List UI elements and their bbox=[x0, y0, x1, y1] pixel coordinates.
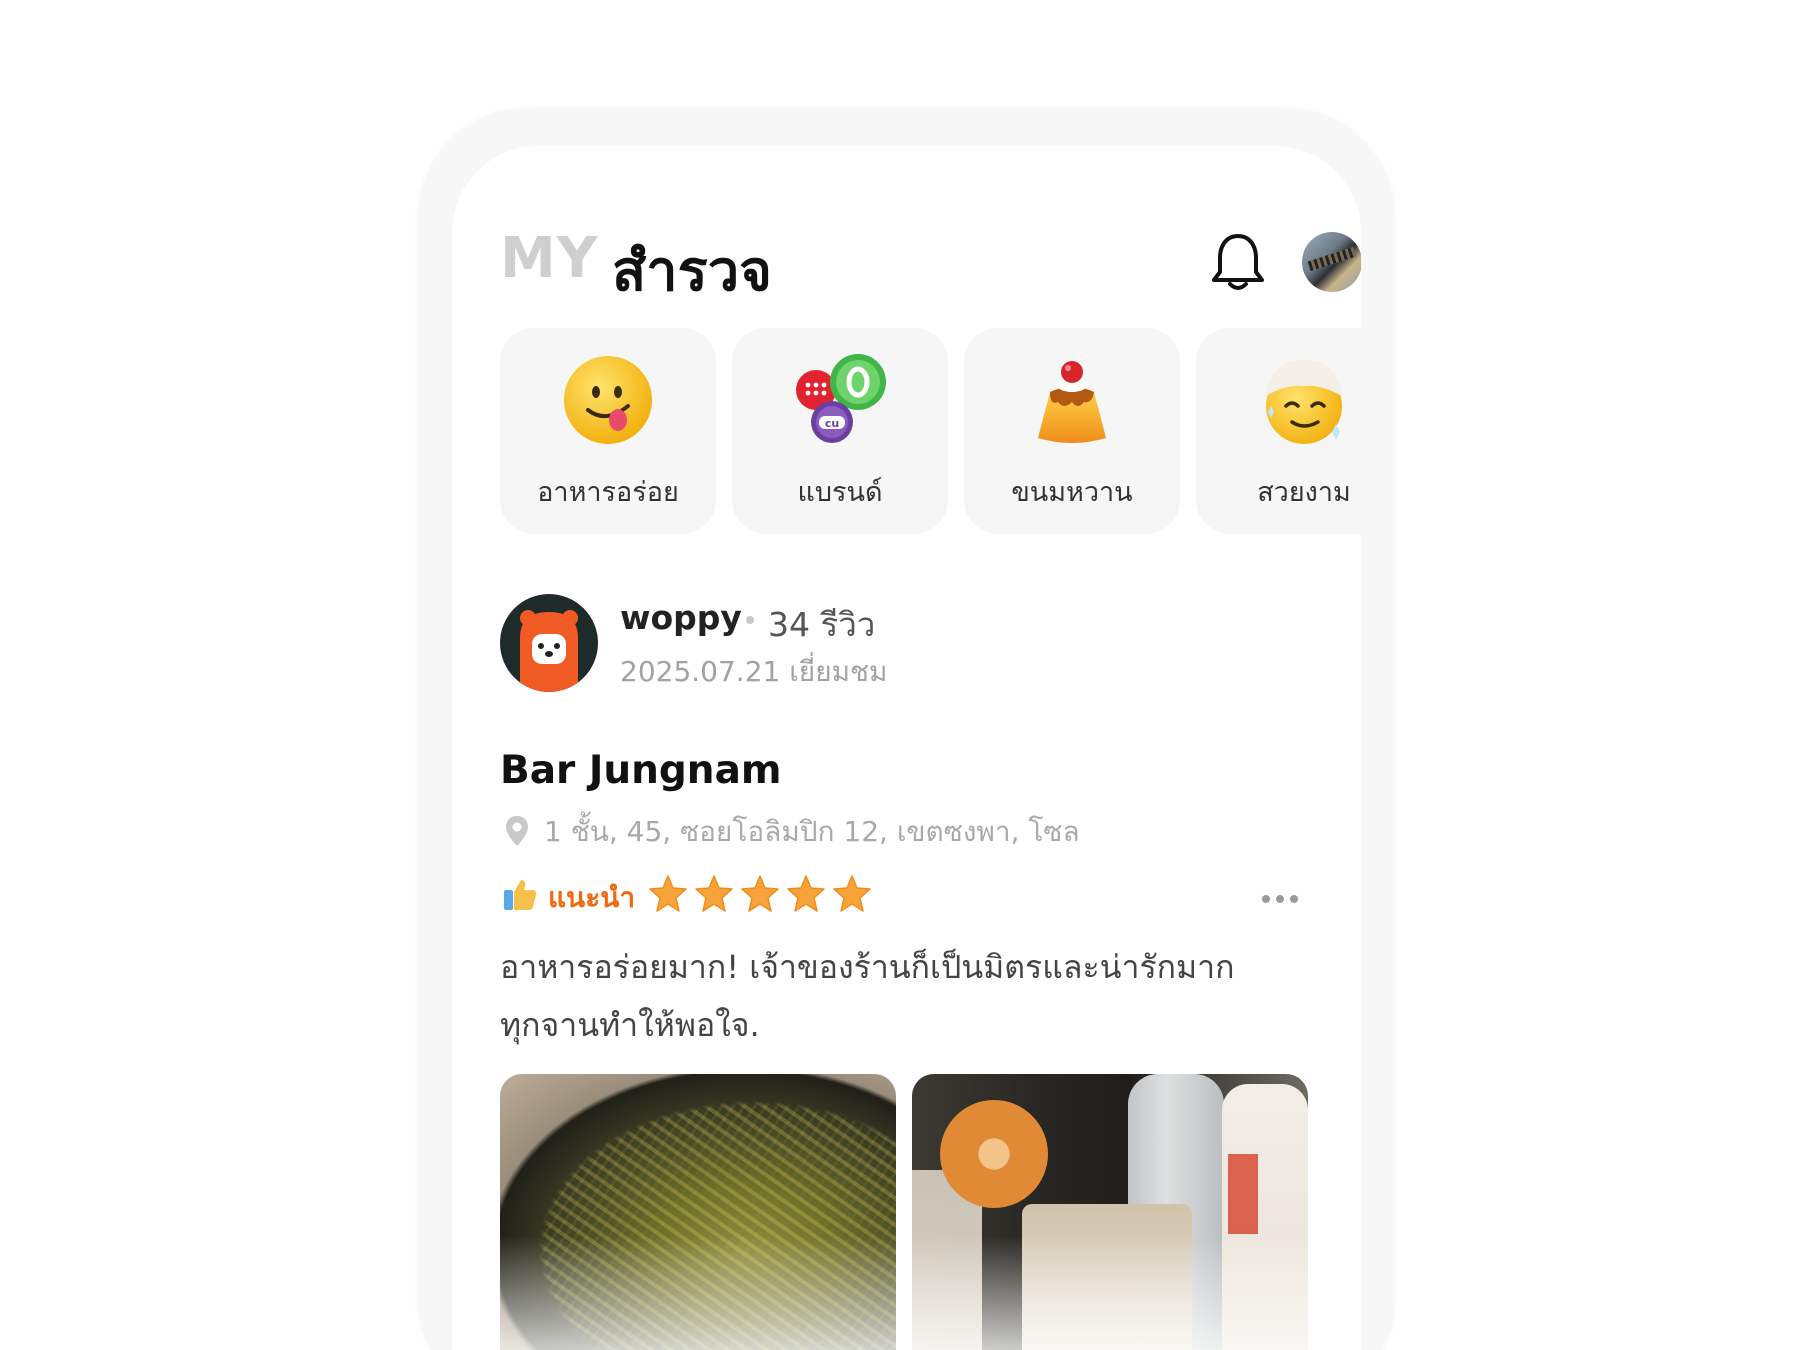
bell-icon[interactable] bbox=[1208, 230, 1268, 294]
category-item-beauty[interactable]: สวยงาม bbox=[1196, 328, 1361, 534]
relaxed-face-icon bbox=[1266, 360, 1342, 444]
category-label: แบรนด์ bbox=[797, 477, 883, 508]
star-icon bbox=[695, 875, 733, 912]
star-rating bbox=[648, 874, 878, 914]
address: 1 ชั้น, 45, ซอยโอลิมปิก 12, เขตซงพา, โซล bbox=[544, 815, 1080, 848]
location-pin-icon bbox=[506, 816, 528, 846]
review-photo-food[interactable] bbox=[500, 1074, 896, 1350]
separator-dot bbox=[746, 616, 754, 624]
category-label: อาหารอร่อย bbox=[537, 477, 679, 508]
brand-logos-icon: cu bbox=[796, 354, 886, 443]
category-item-brand[interactable]: cu แบรนด์ bbox=[732, 328, 948, 534]
author-name[interactable]: woppy bbox=[620, 598, 742, 637]
star-icon bbox=[741, 875, 779, 912]
author-avatar[interactable] bbox=[500, 594, 598, 692]
header: MY สำรวจ bbox=[500, 218, 1361, 308]
thumbs-up-icon bbox=[504, 880, 537, 910]
category-item-yummy[interactable]: อาหารอร่อย bbox=[500, 328, 716, 534]
category-item-dessert[interactable]: ขนมหวาน bbox=[964, 328, 1180, 534]
review-body: อาหารอร่อยมาก! เจ้าของร้านก็เป็นมิตรและน… bbox=[500, 948, 1235, 1044]
pudding-icon bbox=[1038, 361, 1106, 443]
category-label: ขนมหวาน bbox=[1011, 477, 1133, 508]
yummy-face-icon bbox=[564, 356, 652, 444]
star-icon bbox=[833, 875, 871, 912]
category-label: สวยงาม bbox=[1257, 477, 1351, 508]
visit-date: 2025.07.21 เยี่ยมชม bbox=[620, 655, 888, 688]
tab-explore[interactable]: สำรวจ bbox=[612, 226, 772, 315]
place-name[interactable]: Bar Jungnam bbox=[500, 748, 782, 793]
profile-avatar[interactable] bbox=[1302, 232, 1361, 292]
star-icon bbox=[787, 875, 825, 912]
tab-my[interactable]: MY bbox=[500, 226, 598, 291]
bear-mascot-icon bbox=[520, 610, 578, 692]
recommend-label: แนะนำ bbox=[548, 881, 636, 914]
more-options-icon[interactable] bbox=[1262, 888, 1308, 903]
category-list: อาหารอร่อย cu แบรนด์ ขนมหวาน สวยงาม bbox=[500, 328, 1361, 534]
review-photo-drinks[interactable] bbox=[912, 1074, 1308, 1350]
star-icon bbox=[649, 875, 687, 912]
review-count: 34 รีวิว bbox=[768, 605, 876, 644]
app-screen: MY สำรวจ อาหารอร่อย cu แบรนด์ ขนมหวาน สว… bbox=[452, 146, 1361, 1350]
cu-badge-text: cu bbox=[825, 417, 839, 430]
